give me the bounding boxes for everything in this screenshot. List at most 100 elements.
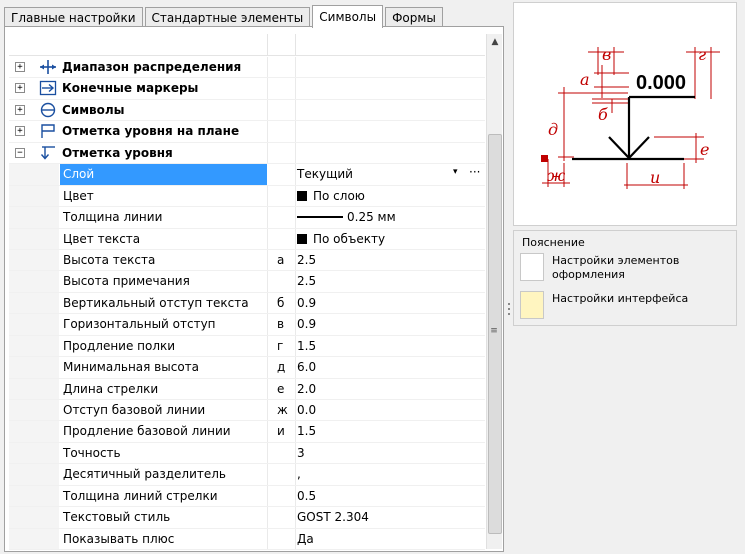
- more-options-icon[interactable]: ···: [469, 165, 480, 179]
- property-row-note-height[interactable]: Высота примечания 2.5: [9, 271, 485, 293]
- property-row-text-height[interactable]: Высота текста а 2.5: [9, 249, 485, 272]
- tab-main-settings[interactable]: Главные настройки: [4, 7, 143, 27]
- property-value: По слою: [313, 188, 365, 203]
- property-row-shelf-extension[interactable]: Продление полки г 1.5: [9, 335, 485, 358]
- property-row-text-color[interactable]: Цвет текста По объекту: [9, 228, 485, 250]
- legend-swatch: [520, 291, 544, 319]
- end-marker-icon: [39, 80, 57, 96]
- expand-icon[interactable]: +: [15, 62, 25, 72]
- property-label: Минимальная высота: [63, 360, 200, 375]
- collapse-icon[interactable]: −: [15, 147, 25, 158]
- dropdown-arrow-icon[interactable]: ▾: [453, 167, 458, 177]
- property-row-text-style[interactable]: Текстовый стиль GOST 2.304: [9, 507, 485, 529]
- property-label: Текстовый стиль: [63, 510, 171, 525]
- plan-level-mark-icon: [39, 123, 57, 139]
- property-label: Показывать плюс: [63, 531, 175, 546]
- property-value: 0.25 мм: [347, 210, 396, 225]
- vertical-scrollbar[interactable]: ▲ ≡: [486, 34, 502, 549]
- property-value[interactable]: 3: [297, 446, 305, 460]
- property-value[interactable]: 1.5: [297, 424, 316, 438]
- expand-icon[interactable]: +: [15, 83, 25, 94]
- category-label: Отметка уровня на плане: [62, 124, 240, 139]
- property-value-cell[interactable]: 0.25 мм: [297, 210, 396, 224]
- expand-icon[interactable]: +: [15, 104, 25, 115]
- dimension-letter: ж: [277, 403, 288, 417]
- property-row-baseline-extension[interactable]: Продление базовой линии и 1.5: [9, 421, 485, 443]
- property-value[interactable]: Да: [297, 532, 314, 546]
- legend-label: Настройки элементов оформления: [552, 254, 680, 281]
- property-label: Продление базовой линии: [63, 424, 231, 439]
- property-value[interactable]: 0.9: [297, 296, 316, 310]
- property-grid-panel: + Диапазон распределения + Конечные марк…: [4, 26, 504, 552]
- tab-standard-elements[interactable]: Стандартные элементы: [144, 7, 311, 27]
- property-label: Слой: [63, 167, 95, 182]
- property-value-cell[interactable]: По объекту: [297, 232, 385, 246]
- legend-label: Настройки интерфейса: [552, 292, 689, 305]
- property-row-vertical-text-offset[interactable]: Вертикальный отступ текста б 0.9: [9, 292, 485, 315]
- property-value-cell[interactable]: По слою: [297, 189, 365, 203]
- property-row-line-weight[interactable]: Толщина линии 0.25 мм: [9, 207, 485, 229]
- property-label: Толщина линии: [63, 210, 163, 225]
- dimension-letter: в: [277, 317, 285, 332]
- property-value[interactable]: 0.5: [297, 489, 316, 503]
- property-value[interactable]: 2.5: [297, 253, 316, 267]
- legend-swatch: [520, 253, 544, 281]
- expand-icon[interactable]: +: [15, 126, 25, 137]
- property-row-arrow-line-weight[interactable]: Толщина линий стрелки 0.5: [9, 485, 485, 508]
- legend-item: Настройки интерфейса: [520, 291, 722, 319]
- dimension-letter: г: [277, 338, 284, 353]
- panel-splitter[interactable]: [507, 300, 511, 324]
- color-swatch-icon: [297, 233, 307, 244]
- scroll-up-icon[interactable]: ▲: [487, 34, 503, 50]
- property-row-precision[interactable]: Точность 3: [9, 442, 485, 465]
- property-label: Толщина линий стрелки: [63, 488, 218, 503]
- property-row-decimal-separator[interactable]: Десятичный разделитель ,: [9, 464, 485, 486]
- property-value[interactable]: 2.5: [297, 274, 316, 288]
- property-label: Отступ базовой линии: [63, 403, 206, 417]
- property-value[interactable]: 0.9: [297, 317, 316, 331]
- category-row-end-markers[interactable]: + Конечные маркеры: [9, 78, 485, 100]
- property-label: Точность: [63, 445, 121, 460]
- property-row-minimum-height[interactable]: Минимальная высота д 6.0: [9, 357, 485, 379]
- property-value[interactable]: ,: [297, 467, 301, 481]
- tab-forms[interactable]: Формы: [385, 7, 443, 27]
- symbol-circle-icon: [39, 102, 57, 118]
- layer-select[interactable]: Текущий: [297, 167, 353, 181]
- property-label: Горизонтальный отступ: [63, 317, 216, 332]
- property-row-show-plus[interactable]: Показывать плюс Да: [9, 528, 485, 551]
- property-label: Высота примечания: [63, 274, 190, 289]
- dimension-letter: б: [277, 295, 285, 310]
- category-row-symbols[interactable]: + Символы: [9, 99, 485, 122]
- tab-symbols[interactable]: Символы: [312, 5, 384, 28]
- property-value[interactable]: GOST 2.304: [297, 510, 369, 524]
- category-row-level-mark[interactable]: − Отметка уровня: [9, 142, 485, 165]
- dimension-letter-a: а: [580, 70, 590, 89]
- category-label: Отметка уровня: [62, 145, 173, 160]
- distribution-range-icon: [39, 59, 57, 75]
- scroll-grip-icon: ≡: [490, 326, 498, 336]
- property-row-horizontal-offset[interactable]: Горизонтальный отступ в 0.9: [9, 314, 485, 336]
- color-swatch-icon: [297, 190, 307, 201]
- property-value[interactable]: 1.5: [297, 339, 316, 353]
- property-row-color[interactable]: Цвет По слою: [9, 185, 485, 208]
- dimension-letter-g: г: [698, 45, 706, 64]
- property-value[interactable]: 2.0: [297, 382, 316, 396]
- property-label: Вертикальный отступ текста: [63, 295, 249, 310]
- level-mark-preview: 0.000 а б в г д е ж и: [513, 2, 737, 226]
- dimension-letter-e: е: [700, 140, 709, 159]
- grid-header: [9, 34, 485, 56]
- property-value[interactable]: 6.0: [297, 360, 316, 374]
- category-row-distribution-range[interactable]: + Диапазон распределения: [9, 57, 485, 79]
- property-row-baseline-offset[interactable]: Отступ базовой линии ж 0.0: [9, 400, 485, 422]
- property-row-layer[interactable]: Слой Текущий ▾ ···: [9, 164, 485, 186]
- property-row-arrow-length[interactable]: Длина стрелки е 2.0: [9, 378, 485, 400]
- category-label: Конечные маркеры: [62, 81, 199, 96]
- category-row-plan-level-mark[interactable]: + Отметка уровня на плане: [9, 121, 485, 143]
- dimension-letter: д: [277, 360, 286, 375]
- category-label: Диапазон распределения: [62, 60, 242, 74]
- property-label: Высота текста: [63, 252, 156, 267]
- tab-strip: Главные настройки Стандартные элементы С…: [4, 4, 445, 28]
- property-value[interactable]: 0.0: [297, 403, 316, 417]
- category-label: Символы: [62, 102, 125, 117]
- legend-panel: Пояснение Настройки элементов оформления…: [513, 230, 737, 326]
